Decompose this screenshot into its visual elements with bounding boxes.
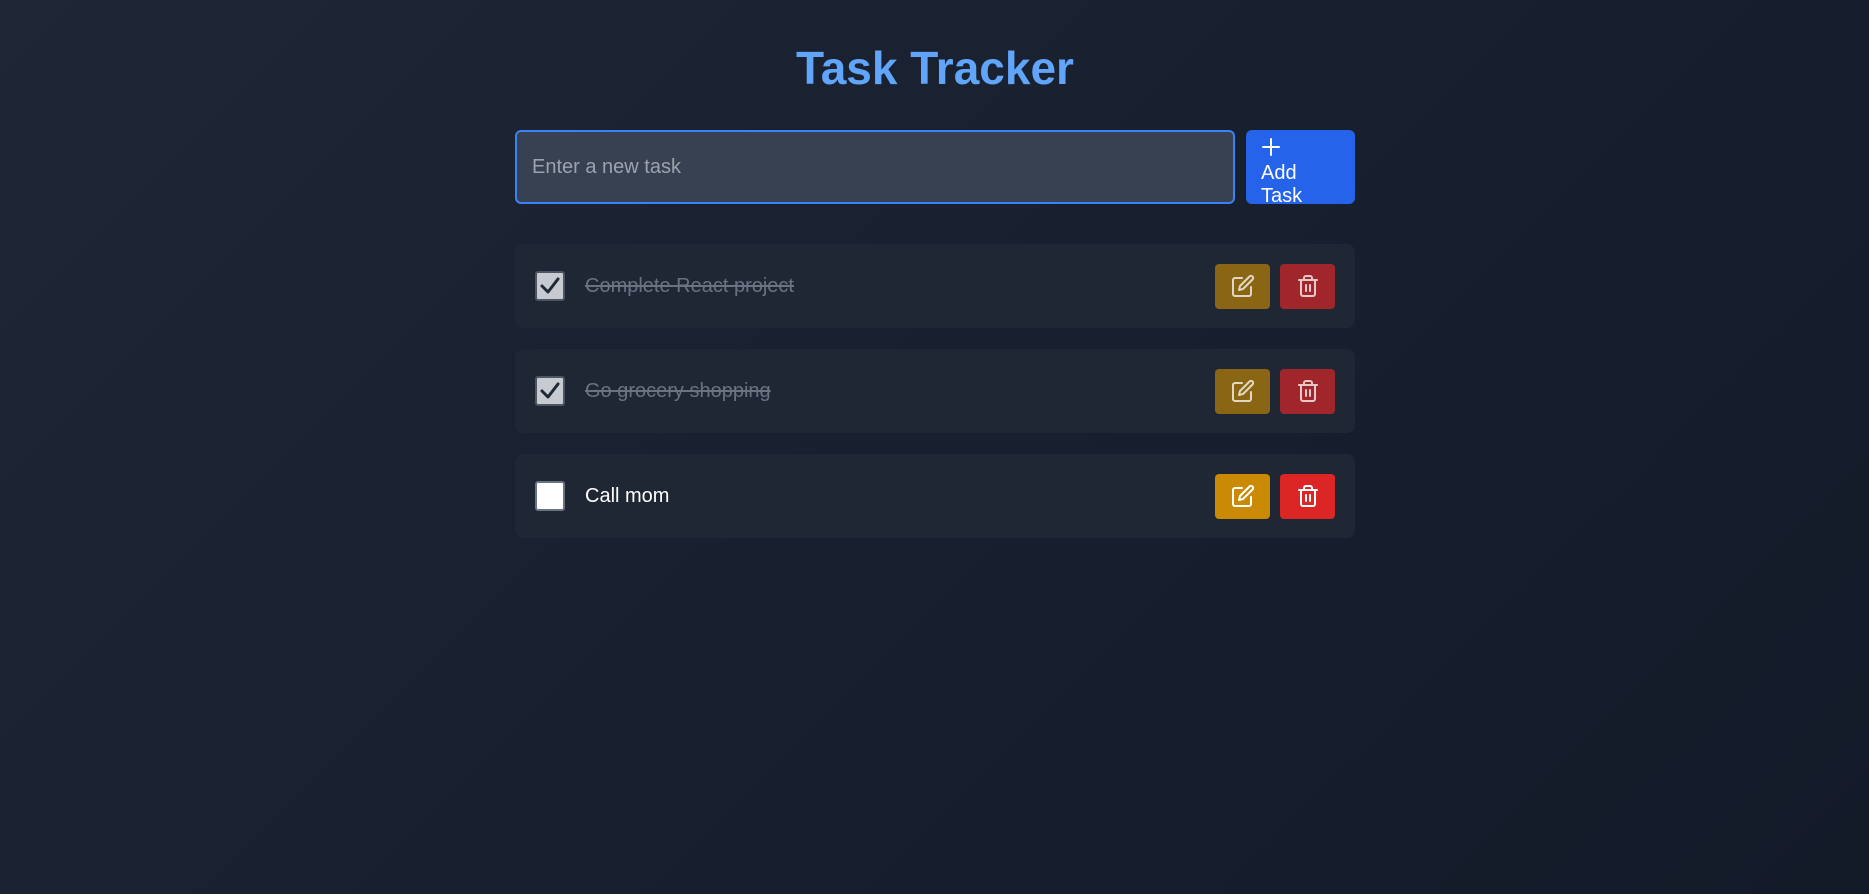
task-actions (1215, 368, 1335, 414)
page-title: Task Tracker (796, 42, 1074, 94)
task-text: Call mom (585, 484, 670, 507)
check-icon (540, 277, 560, 294)
task-list: Complete React project Go grocery shoppi… (515, 244, 1355, 538)
edit-icon (1231, 484, 1254, 507)
edit-task-button[interactable] (1215, 473, 1270, 519)
trash-icon (1297, 380, 1318, 402)
app-container: Task Tracker Add Task Complete React pro… (515, 0, 1355, 559)
trash-icon (1297, 485, 1318, 507)
edit-icon (1231, 274, 1254, 297)
trash-icon (1297, 275, 1318, 297)
task-item: Call mom (515, 454, 1355, 538)
task-actions (1215, 473, 1335, 519)
task-checkbox[interactable] (535, 376, 565, 406)
add-task-label: Add Task (1261, 162, 1303, 207)
task-checkbox[interactable] (535, 271, 565, 301)
task-text: Complete React project (585, 274, 794, 297)
task-checkbox[interactable] (535, 481, 565, 511)
check-icon (540, 382, 560, 399)
task-item: Complete React project (515, 244, 1355, 328)
edit-icon (1231, 379, 1254, 402)
add-task-button[interactable]: Add Task (1246, 130, 1355, 207)
plus-icon (1262, 138, 1280, 156)
edit-task-button[interactable] (1215, 263, 1270, 309)
add-task-row: Add Task (515, 130, 1355, 207)
task-text: Go grocery shopping (585, 379, 771, 402)
task-actions (1215, 263, 1335, 309)
new-task-input[interactable] (515, 130, 1235, 204)
task-item: Go grocery shopping (515, 349, 1355, 433)
delete-task-button[interactable] (1280, 368, 1335, 414)
delete-task-button[interactable] (1280, 473, 1335, 519)
edit-task-button[interactable] (1215, 368, 1270, 414)
delete-task-button[interactable] (1280, 263, 1335, 309)
